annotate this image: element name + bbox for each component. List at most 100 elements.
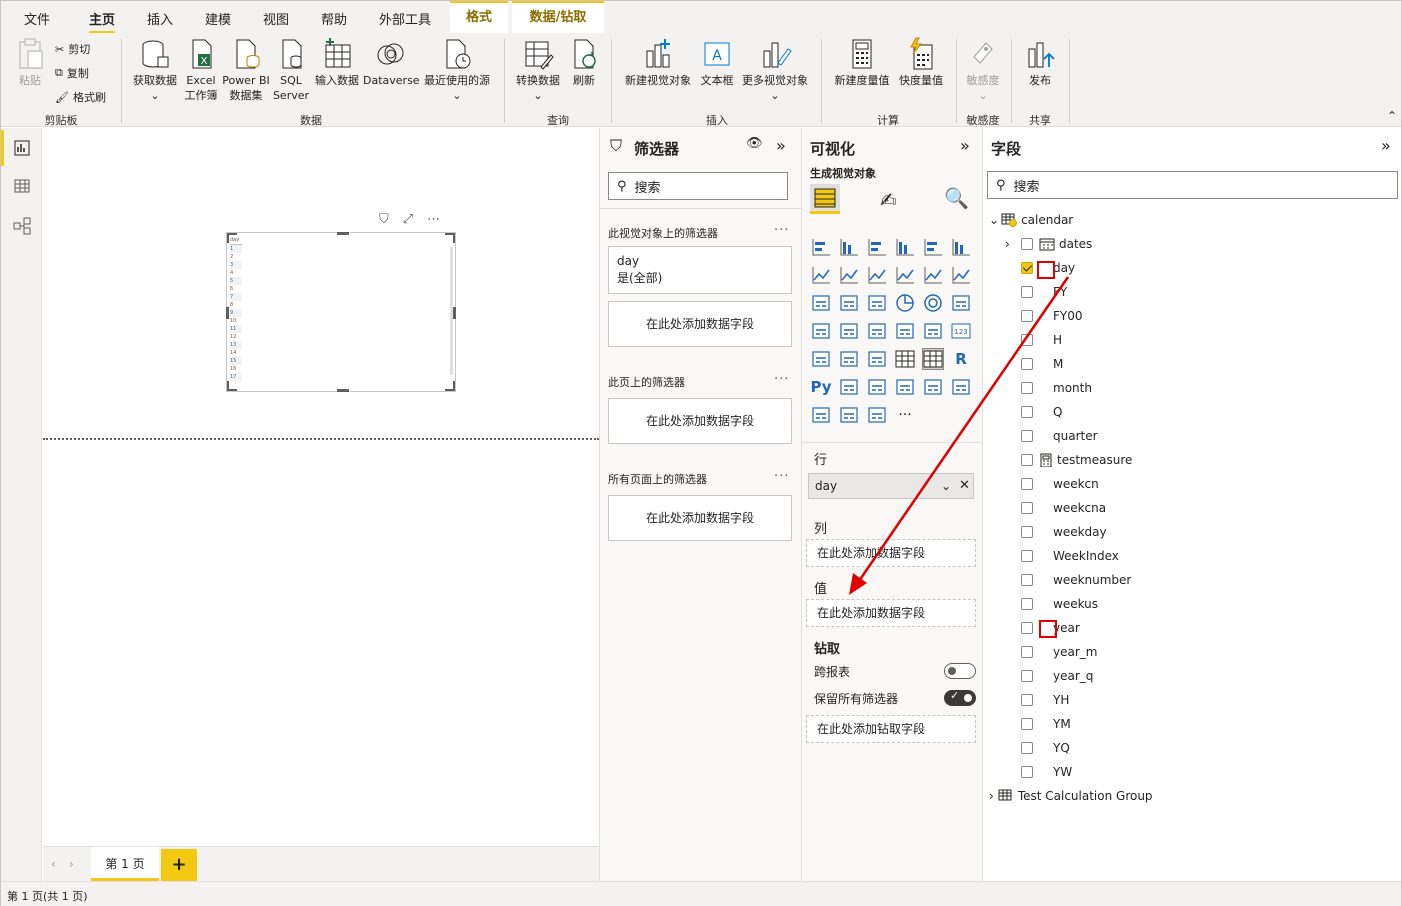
stacked-bar-chart-icon[interactable] [810, 236, 832, 258]
model-view-icon[interactable] [1, 208, 42, 244]
paste-button[interactable]: 粘贴 [11, 37, 49, 88]
more-options-icon[interactable]: ··· [774, 469, 789, 484]
line-column-chart-icon[interactable] [894, 264, 916, 286]
field-item-h[interactable]: H [1003, 328, 1062, 352]
filled-map-icon[interactable] [838, 320, 860, 342]
visual-filter-drop-zone[interactable]: 在此处添加数据字段 [608, 301, 792, 347]
sql-server-button[interactable]: SQL Server [271, 37, 311, 103]
transform-data-button[interactable]: 转换数据 ⌄ [511, 37, 565, 103]
multi-row-card-icon[interactable] [810, 348, 832, 370]
resize-handle[interactable] [445, 381, 455, 391]
day-filter-card[interactable]: day 是(全部) [608, 246, 792, 294]
field-item-fy[interactable]: FY [1003, 280, 1067, 304]
tab-data-drill[interactable]: 数据/钻取 [512, 1, 604, 33]
field-item-m[interactable]: M [1003, 352, 1063, 376]
field-checkbox[interactable] [1021, 574, 1033, 586]
field-item-ym[interactable]: YM [1003, 712, 1071, 736]
remove-field-icon[interactable]: ✕ [959, 474, 970, 498]
tab-insert[interactable]: 插入 [147, 9, 173, 28]
more-options-icon[interactable]: ⋯ [427, 212, 440, 227]
build-visual-tab[interactable] [810, 184, 840, 214]
field-checkbox[interactable] [1021, 550, 1033, 562]
new-measure-button[interactable]: 新建度量值 [829, 37, 895, 88]
matrix-scrollbar[interactable] [450, 247, 453, 375]
quick-measure-button[interactable]: 快度量值 [895, 37, 947, 88]
field-item-dates[interactable]: › dates [1003, 232, 1092, 256]
clustered-column-chart-icon[interactable] [894, 236, 916, 258]
clustered-bar-chart-icon[interactable] [866, 236, 888, 258]
field-item-month[interactable]: month [1003, 376, 1092, 400]
line-chart-icon[interactable] [810, 264, 832, 286]
field-checkbox[interactable] [1021, 622, 1033, 634]
azure-map-icon[interactable] [894, 320, 916, 342]
field-checkbox[interactable] [1021, 718, 1033, 730]
resize-handle[interactable] [453, 307, 456, 319]
tab-modeling[interactable]: 建模 [205, 9, 231, 28]
keep-filters-toggle[interactable]: ✓ [944, 689, 976, 706]
chevron-down-icon[interactable]: ⌄ [989, 213, 999, 227]
table-calendar[interactable]: ⌄ calendar [989, 208, 1073, 232]
cut-button[interactable]: ✂ 剪切 [55, 41, 90, 57]
power-apps-icon[interactable] [838, 404, 860, 426]
data-view-icon[interactable] [1, 168, 42, 204]
all-pages-filter-drop-zone[interactable]: 在此处添加数据字段 [608, 495, 792, 541]
table-icon[interactable] [894, 348, 916, 370]
report-canvas[interactable]: ⛉ ⤢ ⋯ day 1 2 3 4 5 6 7 8 9 10 11 12 13 14 15 16 17 [43, 128, 599, 846]
field-item-year_m[interactable]: year_m [1003, 640, 1097, 664]
fields-search-input[interactable]: ⚲ 搜索 [987, 171, 1398, 199]
scatter-chart-icon[interactable] [866, 292, 888, 314]
field-checkbox[interactable] [1021, 238, 1033, 250]
field-item-weekindex[interactable]: WeekIndex [1003, 544, 1119, 568]
field-checkbox[interactable] [1021, 262, 1033, 274]
waterfall-chart-icon[interactable] [810, 292, 832, 314]
prev-page-icon[interactable]: ‹ [51, 857, 56, 871]
field-checkbox[interactable] [1021, 334, 1033, 346]
stacked-area-chart-icon[interactable] [866, 264, 888, 286]
resize-handle[interactable] [337, 232, 349, 235]
field-item-weekday[interactable]: weekday [1003, 520, 1107, 544]
eye-icon[interactable]: 👁 [746, 136, 763, 151]
shape-map-icon[interactable] [866, 320, 888, 342]
filter-icon[interactable]: ⛉ [379, 212, 389, 227]
area-chart-icon[interactable] [838, 264, 860, 286]
field-checkbox[interactable] [1021, 430, 1033, 442]
card-icon[interactable]: 123 [950, 320, 972, 342]
power-bi-datasets-button[interactable]: Power BI 数据集 [221, 37, 271, 103]
cross-report-toggle[interactable] [944, 663, 976, 679]
field-checkbox[interactable] [1021, 694, 1033, 706]
tab-format[interactable]: 格式 [450, 1, 508, 33]
power-automate-icon[interactable] [866, 404, 888, 426]
table-test-calculation-group[interactable]: › Test Calculation Group [989, 784, 1153, 808]
new-visual-button[interactable]: 新建视觉对象 [619, 37, 697, 88]
get-data-button[interactable]: 获取数据 ⌄ [127, 37, 183, 103]
get-more-visuals-icon[interactable]: ··· [894, 404, 916, 426]
map-icon[interactable] [810, 320, 832, 342]
field-checkbox[interactable] [1021, 358, 1033, 370]
field-item-weekcna[interactable]: weekcna [1003, 496, 1106, 520]
analytics-icon[interactable]: 🔍 [944, 186, 969, 210]
field-checkbox[interactable] [1021, 478, 1033, 490]
rows-field-pill[interactable]: day ⌄ ✕ [808, 473, 974, 499]
stacked-column-chart-icon[interactable] [838, 236, 860, 258]
tab-help[interactable]: 帮助 [321, 9, 347, 28]
python-visual-icon[interactable]: Py [810, 376, 832, 398]
field-item-yq[interactable]: YQ [1003, 736, 1070, 760]
enter-data-button[interactable]: 输入数据 [311, 37, 363, 88]
field-checkbox[interactable] [1021, 502, 1033, 514]
tab-home[interactable]: 主页 [89, 9, 116, 34]
sensitivity-button[interactable]: 敏感度 ⌄ [961, 37, 1005, 103]
field-item-testmeasure[interactable]: testmeasure [1003, 448, 1132, 472]
100-stacked-column-chart-icon[interactable] [950, 236, 972, 258]
resize-handle[interactable] [226, 307, 229, 319]
columns-drop-zone[interactable]: 在此处添加数据字段 [806, 539, 976, 567]
page-filter-drop-zone[interactable]: 在此处添加数据字段 [608, 398, 792, 444]
dataverse-button[interactable]: Dataverse [363, 37, 420, 88]
chevron-right-icon[interactable]: › [1005, 237, 1010, 251]
collapse-filters-icon[interactable]: » [776, 136, 786, 155]
page-tab-1[interactable]: 第 1 页 [91, 847, 159, 881]
refresh-button[interactable]: 刷新 [567, 37, 601, 88]
more-options-icon[interactable]: ··· [774, 372, 789, 387]
tab-view[interactable]: 视图 [263, 9, 289, 28]
matrix-icon[interactable] [922, 348, 944, 370]
field-checkbox[interactable] [1021, 526, 1033, 538]
